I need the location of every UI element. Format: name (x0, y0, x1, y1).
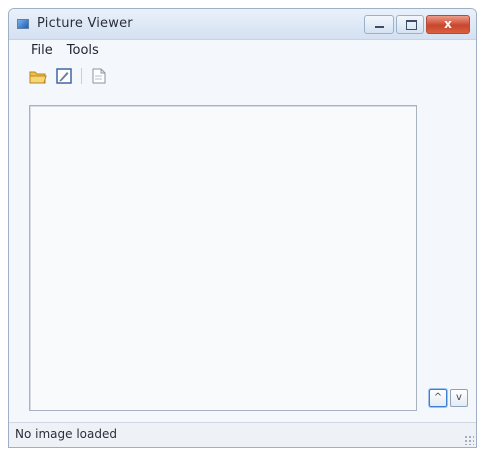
maximize-button[interactable] (396, 15, 424, 34)
window-title: Picture Viewer (37, 16, 133, 31)
open-folder-icon (29, 71, 47, 84)
picture-viewer-window: Picture Viewer x File Tools ^ v No image… (8, 8, 477, 448)
document-button[interactable] (90, 67, 108, 85)
minimize-button[interactable] (364, 15, 394, 34)
toolbar (29, 65, 108, 87)
edit-button[interactable] (55, 67, 73, 85)
menu-file[interactable]: File (31, 43, 53, 58)
open-button[interactable] (29, 67, 47, 85)
image-canvas[interactable] (29, 105, 417, 411)
maximize-icon (406, 20, 417, 30)
toolbar-separator (81, 68, 82, 84)
close-button[interactable]: x (426, 15, 470, 34)
minimize-icon (375, 26, 384, 28)
resize-grip-icon[interactable] (464, 435, 474, 445)
navigation-buttons: ^ v (429, 389, 468, 407)
app-icon (17, 19, 29, 29)
caption-buttons: x (364, 15, 470, 34)
up-icon: ^ (433, 392, 443, 403)
up-button[interactable]: ^ (429, 389, 447, 407)
edit-icon (56, 68, 72, 84)
title-bar[interactable]: Picture Viewer x (9, 9, 476, 40)
menu-tools[interactable]: Tools (67, 43, 99, 58)
down-button[interactable]: v (450, 389, 468, 407)
status-text: No image loaded (15, 427, 117, 441)
document-icon (92, 68, 106, 84)
status-bar: No image loaded (9, 422, 476, 447)
menu-bar: File Tools (9, 39, 476, 61)
down-icon: v (456, 392, 462, 403)
close-icon: x (444, 17, 452, 31)
